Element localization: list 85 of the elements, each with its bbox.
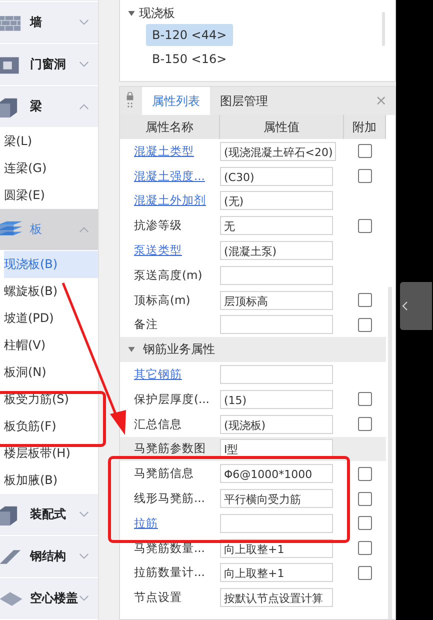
chevron-icon [79, 103, 89, 110]
checkbox[interactable] [358, 541, 372, 556]
lock-icon[interactable] [126, 92, 134, 110]
property-name: 混凝土类型 [134, 144, 194, 158]
property-name: 顶标高(m) [134, 292, 190, 307]
value-field[interactable]: 平行横向受力筋 [220, 489, 333, 508]
chevron-icon [79, 511, 89, 518]
value-field[interactable]: (C30) [220, 166, 333, 186]
property-name: 马凳筋数量... [134, 540, 205, 555]
property-name: 拉筋数量计... [134, 565, 205, 580]
property-name: 混凝土外加剂 [134, 193, 206, 208]
checkbox[interactable] [358, 516, 372, 530]
checkbox[interactable] [358, 492, 372, 506]
value-field[interactable] [220, 266, 333, 285]
tree-item[interactable]: B-120 <44> [146, 24, 233, 46]
checkbox[interactable] [358, 392, 372, 406]
chevron-icon [79, 19, 89, 26]
value-field[interactable] [220, 365, 333, 384]
sidebar-item[interactable]: 现浇板(B) [4, 251, 98, 278]
sidebar-item[interactable]: 梁(L) [4, 128, 98, 155]
column-header: 附加 [344, 115, 386, 139]
checkbox[interactable] [358, 318, 372, 332]
caret-icon [128, 10, 135, 16]
category-header[interactable]: 装配式 [0, 494, 98, 536]
property-name: 混凝土强度... [134, 168, 205, 183]
column-header: 属性名称 [120, 115, 220, 139]
sidebar-item[interactable]: 坡道(PD) [4, 305, 98, 332]
property-name: 拉筋 [134, 516, 158, 530]
checkbox[interactable] [358, 417, 372, 432]
checkbox[interactable] [358, 169, 372, 184]
sidebar-item[interactable]: 柱帽(V) [4, 332, 98, 359]
property-name: 备注 [134, 317, 158, 332]
sidebar-item[interactable]: 连梁(G) [4, 155, 98, 182]
category-header[interactable]: 钢结构 [0, 536, 98, 578]
value-field[interactable]: 按默认节点设置计算 [220, 588, 333, 608]
caret-icon [128, 347, 135, 352]
category-header[interactable]: 梁 [0, 86, 98, 128]
value-field[interactable]: (15) [220, 390, 333, 409]
property-name: 节点设置 [134, 590, 182, 604]
property-name: 汇总信息 [134, 416, 182, 431]
sidebar-item[interactable]: 板加腋(B) [4, 467, 98, 494]
sidebar-item[interactable]: 螺旋板(B) [4, 278, 98, 305]
splitter-bar[interactable] [98, 0, 119, 620]
category-header[interactable]: 墙 [0, 2, 98, 44]
chevron-icon [79, 61, 89, 68]
chevron-icon [79, 226, 89, 233]
property-name: 其它钢筋 [134, 367, 182, 382]
tree-item[interactable]: B-150 <16> [146, 48, 233, 70]
chevron-left-icon [402, 301, 408, 311]
checkbox[interactable] [358, 144, 372, 158]
property-name: 抗渗等级 [134, 218, 182, 232]
sidebar-item[interactable]: 板负筋(F) [4, 413, 98, 440]
value-field[interactable]: 层顶标高 [220, 290, 333, 310]
value-field[interactable]: (现浇混凝土碎石<20) [220, 142, 336, 161]
checkbox[interactable] [358, 466, 372, 481]
checkbox[interactable] [358, 566, 372, 580]
collapse-handle[interactable] [400, 282, 432, 330]
value-field[interactable] [220, 315, 333, 334]
property-name: 线形马凳筋... [134, 491, 205, 506]
sidebar-item[interactable]: 楼层板带(H) [4, 440, 98, 467]
value-field[interactable]: 无 [220, 216, 333, 236]
tab[interactable]: 图层管理 [210, 87, 278, 115]
value-field[interactable]: (现浇板) [220, 414, 333, 434]
category-header[interactable]: 门窗洞 [0, 44, 98, 86]
tree-node[interactable]: 现浇板 [128, 4, 387, 22]
checkbox[interactable] [358, 293, 372, 308]
chevron-icon [79, 595, 89, 602]
value-field[interactable] [220, 514, 333, 533]
property-name: 马凳筋信息 [134, 466, 194, 480]
property-name: 泵送类型 [134, 243, 182, 258]
property-name: 马凳筋参数图 [134, 441, 206, 456]
sidebar-item[interactable]: 圆梁(E) [4, 182, 98, 209]
property-name: 泵送高度(m) [134, 268, 202, 282]
section-header[interactable]: 钢筋业务属性 [120, 337, 386, 362]
tab[interactable]: 属性列表 [142, 87, 210, 115]
category-header[interactable]: 空心楼盖 [0, 578, 98, 620]
value-field[interactable]: (无) [220, 191, 333, 210]
value-field[interactable]: Φ6@1000*1000 [220, 464, 333, 484]
property-name: 保护层厚度(... [134, 392, 210, 406]
value-field[interactable]: 向上取整+1 [220, 563, 333, 582]
column-header: 属性值 [220, 115, 344, 139]
value-field[interactable]: (混凝土泵) [220, 241, 333, 260]
checkbox[interactable] [358, 218, 372, 233]
chevron-icon [79, 553, 89, 560]
sidebar-item[interactable]: 板洞(N) [4, 359, 98, 386]
